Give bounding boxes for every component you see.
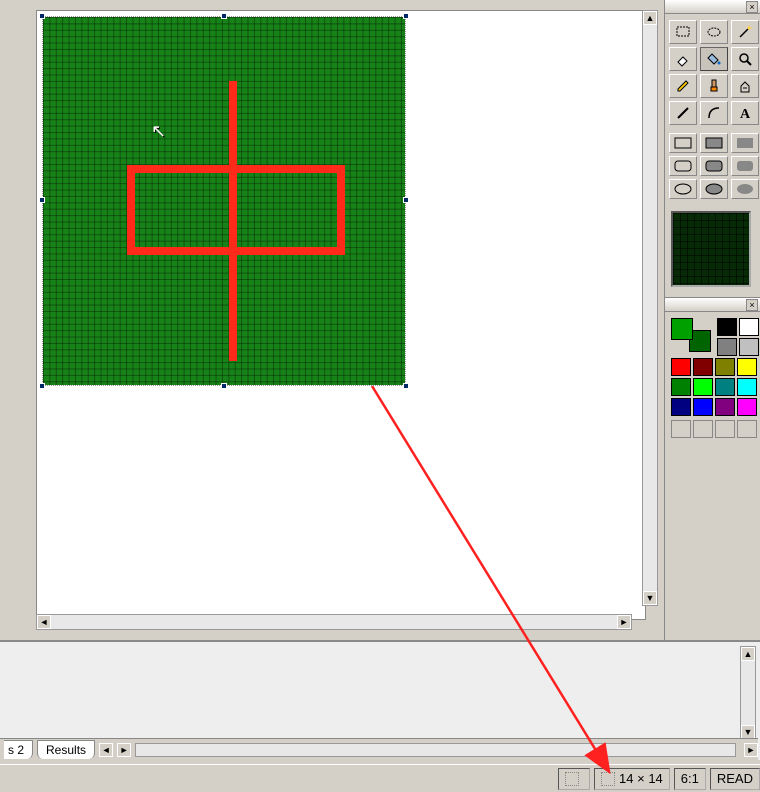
mode-value: READ [717,771,753,786]
curve-icon[interactable] [700,101,728,125]
fill-icon[interactable] [700,47,728,71]
brush-icon[interactable] [700,74,728,98]
resize-handle-br[interactable] [403,383,409,389]
color-swatch[interactable] [717,318,737,336]
palette-panel: × [665,297,760,442]
output-tab-row: s 2 Results ◄ ► ► [0,738,758,760]
color-swatch[interactable] [739,318,759,336]
color-swatch[interactable] [715,378,735,396]
resize-handle-bc[interactable] [221,383,227,389]
color-swatch[interactable] [715,358,735,376]
rect-outline-icon[interactable] [669,133,697,153]
color-swatch[interactable] [693,398,713,416]
eraser-icon[interactable] [669,47,697,71]
roundrect-solid-icon[interactable] [731,156,759,176]
zoom-value: 6:1 [681,771,699,786]
roundrect-outline-icon[interactable] [669,156,697,176]
tab-partial[interactable]: s 2 [4,740,33,759]
rect-solid-icon[interactable] [731,133,759,153]
ellipse-filled-icon[interactable] [700,179,728,199]
status-mode: READ [710,768,760,790]
canvas-vertical-scrollbar[interactable]: ▲ ▼ [642,10,658,606]
status-dimensions: 14 × 14 [594,768,670,790]
status-bar: 14 × 14 6:1 READ [0,764,760,792]
resize-handle-bl[interactable] [39,383,45,389]
scroll-left-icon[interactable]: ◄ [37,615,51,629]
color-swatch[interactable] [715,398,735,416]
canvas-viewport: ↖ [36,10,646,620]
rect-filled-icon[interactable] [700,133,728,153]
dimensions-value: 14 × 14 [619,771,663,786]
resize-handle-tc[interactable] [221,13,227,19]
color-swatch[interactable] [693,378,713,396]
text-icon[interactable]: A [731,101,759,125]
color-swatch[interactable] [671,398,691,416]
resize-handle-tr[interactable] [403,13,409,19]
line-icon[interactable] [669,101,697,125]
custom-color-slot[interactable] [671,420,691,438]
color-swatch[interactable] [737,358,757,376]
color-swatch-grid [665,358,760,416]
custom-color-slot[interactable] [737,420,757,438]
rect-select-icon[interactable] [669,20,697,44]
cursor-icon: ↖ [151,121,166,142]
tool-grid: A [665,14,760,131]
resize-handle-mr[interactable] [403,197,409,203]
scroll-up-icon[interactable]: ▲ [643,11,657,25]
status-position [558,768,590,790]
clone-icon[interactable] [731,74,759,98]
tab-scroll-left-icon[interactable]: ◄ [99,743,113,757]
freeform-select-icon[interactable] [700,20,728,44]
tab-scroll-right-icon[interactable]: ► [117,743,131,757]
color-swatch[interactable] [737,398,757,416]
tab-results[interactable]: Results [37,740,95,759]
scroll-down-icon[interactable]: ▼ [643,591,657,605]
color-swatch[interactable] [737,378,757,396]
close-icon[interactable]: × [746,1,758,13]
color-swatch[interactable] [671,358,691,376]
roundrect-filled-icon[interactable] [700,156,728,176]
pixel-canvas[interactable]: ↖ [43,17,405,385]
custom-color-row [665,416,760,442]
zoom-icon[interactable] [731,47,759,71]
tool-panel-header: × [665,0,760,14]
status-zoom: 6:1 [674,768,706,790]
tab-scroll-end-icon[interactable]: ► [744,743,758,757]
color-swatch[interactable] [739,338,759,356]
shape-grid [665,131,760,205]
color-swatch[interactable] [671,378,691,396]
scroll-right-icon[interactable]: ► [617,615,631,629]
palette-panel-header: × [665,298,760,312]
foreground-background-selector[interactable] [671,318,711,352]
tab-scrollbar[interactable] [135,743,736,757]
ellipse-solid-icon[interactable] [731,179,759,199]
color-swatch[interactable] [717,338,737,356]
svg-text:A: A [740,107,751,121]
drawn-shape [43,17,405,385]
scroll-up-icon[interactable]: ▲ [741,647,755,661]
color-swatch[interactable] [693,358,713,376]
preview-thumbnail [671,211,751,287]
editor-main-area: ↖ ▲ ▼ ◄ ► [0,0,660,640]
foreground-color-swatch[interactable] [671,318,693,340]
resize-handle-tl[interactable] [39,13,45,19]
resize-handle-ml[interactable] [39,197,45,203]
output-panel: ▲ ▼ s 2 Results ◄ ► ► [0,640,760,760]
canvas-horizontal-scrollbar[interactable]: ◄ ► [36,614,632,630]
dimensions-icon [601,772,615,786]
custom-color-slot[interactable] [715,420,735,438]
scroll-down-icon[interactable]: ▼ [741,725,755,739]
position-icon [565,772,579,786]
close-icon[interactable]: × [746,299,758,311]
right-panel: × A × [664,0,760,640]
wand-icon[interactable] [731,20,759,44]
output-vertical-scrollbar[interactable]: ▲ ▼ [740,646,756,740]
ellipse-outline-icon[interactable] [669,179,697,199]
pencil-icon[interactable] [669,74,697,98]
custom-color-slot[interactable] [693,420,713,438]
